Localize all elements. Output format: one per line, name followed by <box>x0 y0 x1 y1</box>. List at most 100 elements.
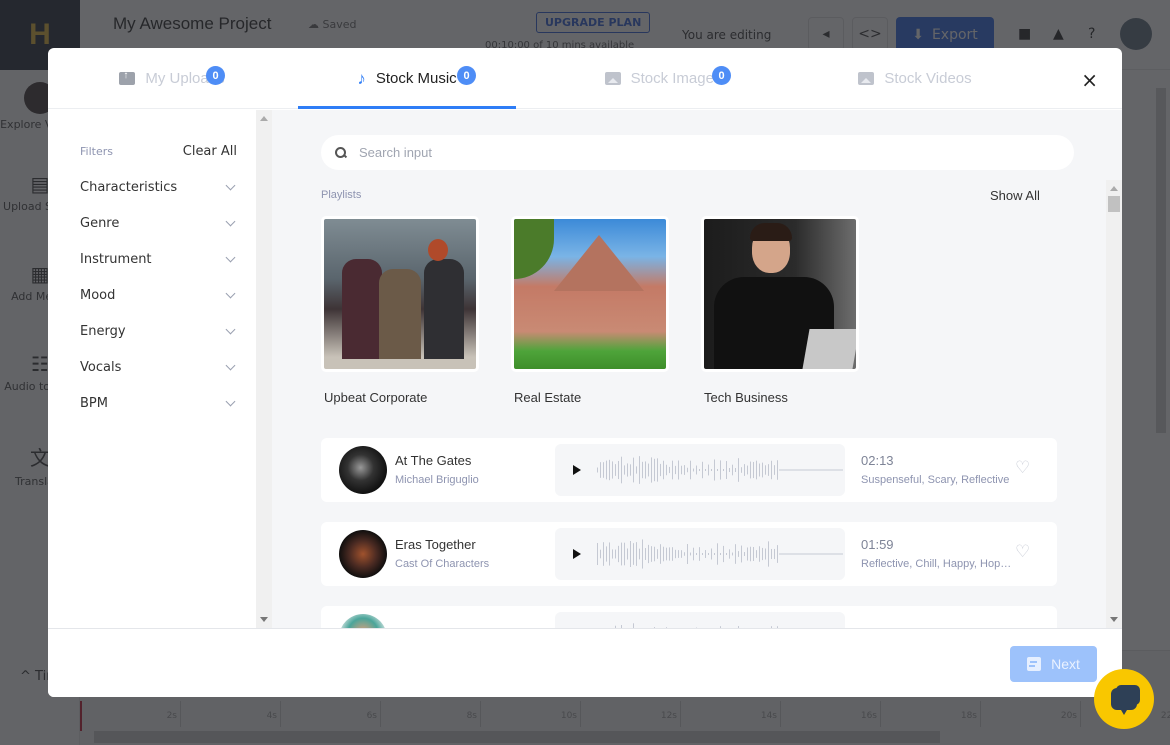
play-icon[interactable] <box>573 549 581 559</box>
track-row[interactable]: Eras Together Cast Of Characters 01:59 R… <box>321 522 1057 586</box>
waveform-bar <box>765 548 766 560</box>
next-button[interactable]: Next <box>1010 646 1097 682</box>
waveform-bar <box>612 461 613 479</box>
search-input[interactable] <box>359 145 1039 160</box>
filter-energy[interactable]: Energy <box>80 324 237 339</box>
waveform-bar <box>732 464 733 476</box>
waveform-bar <box>738 458 739 482</box>
upload-folder-icon <box>119 70 136 85</box>
waveform-bar <box>738 551 739 557</box>
waveform[interactable] <box>595 534 843 574</box>
tab-stock-images[interactable]: Stock Images 0 <box>548 48 778 109</box>
playlist-cover-image <box>511 216 669 372</box>
video-icon <box>858 72 875 85</box>
filter-genre[interactable]: Genre <box>80 216 237 231</box>
content-scrollbar[interactable] <box>1106 180 1122 628</box>
playlists-label: Playlists <box>321 189 362 201</box>
scroll-up-arrow-icon[interactable] <box>1110 186 1118 191</box>
waveform-bar <box>699 469 700 471</box>
waveform-bar <box>621 542 622 566</box>
tab-my-uploads[interactable]: My Uploads 0 <box>48 48 296 109</box>
waveform-bar <box>774 465 775 475</box>
filter-mood[interactable]: Mood <box>80 288 237 303</box>
waveform-bar <box>675 549 676 559</box>
chevron-down-icon <box>225 360 236 371</box>
waveform-bar <box>756 460 757 480</box>
waveform-player[interactable] <box>555 528 845 580</box>
waveform-bar <box>714 553 715 555</box>
favorite-heart-icon[interactable]: ♡ <box>1015 458 1030 478</box>
favorite-heart-icon[interactable]: ♡ <box>1015 542 1030 562</box>
waveform[interactable] <box>595 618 843 628</box>
waveform-player[interactable] <box>555 612 845 628</box>
waveform-player[interactable] <box>555 444 845 496</box>
waveform-bar <box>714 459 715 481</box>
waveform-bar <box>645 548 646 560</box>
filters-scrollbar[interactable] <box>256 110 272 628</box>
playlist-card[interactable]: Real Estate <box>511 216 669 405</box>
waveform-bar <box>708 553 709 555</box>
scroll-up-arrow-icon[interactable] <box>260 116 268 121</box>
waveform-bar <box>621 456 622 484</box>
filter-vocals[interactable]: Vocals <box>80 360 237 375</box>
waveform-bar <box>639 548 640 560</box>
media-library-modal: My Uploads 0 ♪ Stock Music 0 Stock Image… <box>48 48 1122 697</box>
waveform-bar <box>771 460 772 480</box>
scrollbar-thumb[interactable] <box>1108 196 1120 212</box>
waveform-bar <box>693 547 694 561</box>
filter-characteristics[interactable]: Characteristics <box>80 180 237 195</box>
waveform-bar <box>762 462 763 478</box>
waveform-bar <box>645 461 646 479</box>
waveform-bar <box>750 546 751 562</box>
waveform-bar <box>660 463 661 477</box>
chat-support-button[interactable] <box>1094 669 1154 729</box>
waveform-bar <box>744 552 745 556</box>
waveform-bar <box>741 467 742 473</box>
show-all-button[interactable]: Show All <box>990 188 1040 203</box>
waveform-bar <box>771 548 772 560</box>
waveform-bar <box>732 552 733 556</box>
scroll-down-arrow-icon[interactable] <box>260 617 268 622</box>
waveform-bar <box>759 546 760 562</box>
waveform-bar <box>597 542 598 566</box>
play-icon[interactable] <box>573 465 581 475</box>
waveform-bar <box>711 548 712 560</box>
track-tags: Reflective, Chill, Happy, Hopeful <box>861 558 1013 570</box>
tab-stock-videos[interactable]: Stock Videos <box>800 48 1030 109</box>
waveform-bar <box>747 465 748 475</box>
music-note-icon: ♪ <box>357 68 366 88</box>
filter-label: Vocals <box>80 360 122 375</box>
next-doc-icon <box>1027 657 1042 671</box>
waveform-bar <box>735 468 736 472</box>
track-duration: 02:13 <box>861 453 894 468</box>
waveform-bar <box>636 466 637 474</box>
chevron-down-icon <box>225 324 236 335</box>
scroll-down-arrow-icon[interactable] <box>1110 617 1118 622</box>
chevron-down-icon <box>225 180 236 191</box>
filter-bpm[interactable]: BPM <box>80 396 237 411</box>
chat-bubble-icon <box>1111 688 1137 715</box>
filter-label: Mood <box>80 288 116 303</box>
waveform[interactable] <box>595 450 843 490</box>
waveform-bar <box>777 545 778 563</box>
track-artwork <box>339 614 387 628</box>
waveform-bar <box>705 550 706 558</box>
waveform-bar <box>615 549 616 559</box>
search-bar[interactable] <box>321 135 1074 170</box>
close-icon[interactable]: × <box>1081 70 1098 90</box>
clear-all-button[interactable]: Clear All <box>183 144 237 159</box>
waveform-bar <box>720 553 721 555</box>
playlist-card[interactable]: Tech Business <box>701 216 859 405</box>
waveform-bar <box>627 548 628 560</box>
waveform-bar <box>753 461 754 479</box>
track-row[interactable]: At The Gates Michael Briguglio 02:13 Sus… <box>321 438 1057 502</box>
filter-instrument[interactable]: Instrument <box>80 252 237 267</box>
playlist-name: Real Estate <box>514 390 582 405</box>
waveform-bar <box>666 547 667 561</box>
track-row[interactable] <box>321 606 1057 628</box>
waveform-bar <box>726 461 727 479</box>
tab-stock-music[interactable]: ♪ Stock Music 0 <box>298 48 516 109</box>
waveform-bar <box>651 546 652 562</box>
playlist-card[interactable]: Upbeat Corporate <box>321 216 479 405</box>
chevron-down-icon <box>225 216 236 227</box>
